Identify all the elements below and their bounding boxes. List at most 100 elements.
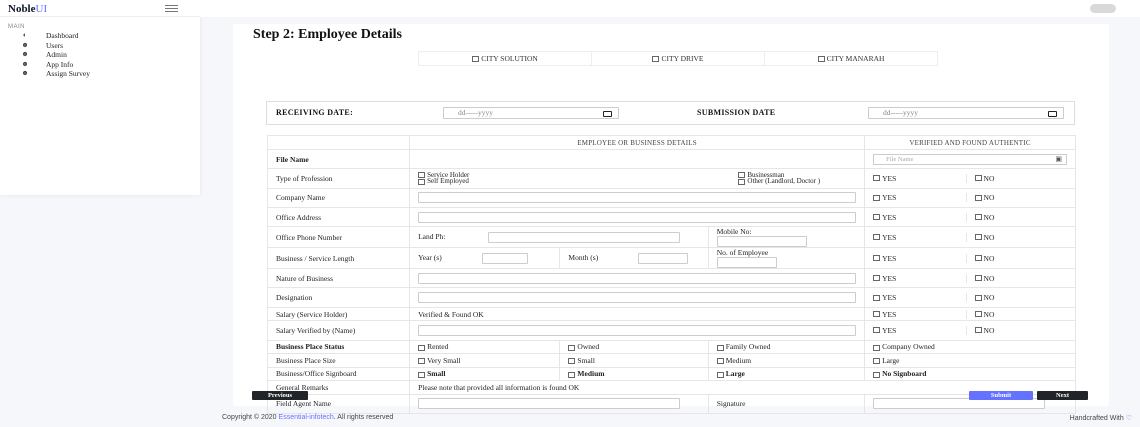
designation-label: Designation	[266, 287, 411, 308]
sidebar-item-dashboard[interactable]: ◐ Dashboard	[20, 31, 90, 41]
yes-checkbox[interactable]: YES	[873, 212, 967, 222]
no-of-employee-input[interactable]	[716, 257, 777, 269]
profession-label: Type of Profession	[266, 168, 411, 189]
checkbox-icon	[738, 178, 746, 185]
yes-checkbox[interactable]: YES	[873, 173, 967, 183]
yes-checkbox[interactable]: YES	[873, 273, 967, 283]
nature-of-business-input[interactable]	[418, 272, 857, 284]
year-input[interactable]	[482, 252, 529, 264]
checkbox-icon	[873, 255, 881, 262]
checkbox-icon	[974, 311, 982, 318]
file-icon: ▣	[1055, 154, 1062, 163]
month-label: Month (s)	[568, 252, 599, 262]
checkbox-icon	[873, 311, 881, 318]
no-of-employee-label: No. of Employee	[716, 248, 769, 258]
signature-label: Signature	[707, 393, 866, 414]
other-checkbox[interactable]: Other (Landlord, Doctor )	[738, 178, 820, 185]
salary-verified-input[interactable]	[418, 324, 857, 336]
salary-verified-label: Salary Verified by (Name)	[266, 320, 411, 341]
checkbox-icon	[418, 172, 426, 179]
app-info-icon: ☻	[21, 59, 29, 68]
submit-button[interactable]: Submit	[969, 391, 1033, 400]
hamburger-icon[interactable]	[165, 5, 178, 12]
yes-checkbox[interactable]: YES	[873, 232, 967, 242]
no-checkbox[interactable]: NO	[974, 213, 1067, 222]
calendar-icon[interactable]	[1048, 111, 1057, 117]
designation-input[interactable]	[418, 292, 857, 304]
company-name-input[interactable]	[418, 192, 857, 204]
land-ph-input[interactable]	[488, 231, 681, 243]
brand-logo[interactable]: NobleUI	[8, 3, 47, 15]
signboard-large-checkbox[interactable]: Large	[707, 366, 866, 382]
yes-checkbox[interactable]: YES	[873, 309, 967, 319]
yes-checkbox[interactable]: YES	[873, 293, 967, 303]
very-small-checkbox[interactable]: Very Small	[409, 353, 561, 368]
signboard-medium-checkbox[interactable]: Medium	[559, 366, 709, 382]
no-checkbox[interactable]: NO	[974, 254, 1067, 263]
next-button[interactable]: Next	[1037, 391, 1088, 400]
copyright-text: Copyright © 2020 Essential-infotech. All…	[222, 414, 394, 421]
details-table: EMPLOYEE OR BUSINESS DETAILS VERIFIED AN…	[266, 135, 1076, 414]
rented-checkbox[interactable]: Rented	[409, 339, 561, 355]
file-name-input[interactable]: File Name ▣	[873, 153, 1067, 165]
mobile-no-input[interactable]	[716, 236, 807, 248]
medium-checkbox[interactable]: Medium	[707, 353, 866, 368]
checkbox-icon	[974, 214, 982, 221]
signboard-small-checkbox[interactable]: Small	[409, 366, 561, 382]
sidebar-item-users[interactable]: ☻ Users	[20, 41, 90, 51]
previous-button[interactable]: Previous	[252, 391, 308, 400]
no-checkbox[interactable]: NO	[974, 326, 1067, 335]
users-icon: ☻	[21, 40, 29, 49]
yes-checkbox[interactable]: YES	[873, 193, 967, 203]
company-owned-checkbox[interactable]: Company Owned	[864, 339, 1076, 355]
sidebar-item-app-info[interactable]: ☻ App Info	[20, 60, 90, 70]
city-drive-checkbox[interactable]: CITY DRIVE	[592, 52, 765, 65]
checkbox-icon	[873, 358, 881, 365]
no-checkbox[interactable]: NO	[974, 274, 1067, 283]
mobile-no-label: Mobile No:	[716, 227, 752, 237]
large-checkbox[interactable]: Large	[864, 353, 1076, 368]
submission-date-input[interactable]: dd-----yyyy	[868, 107, 1064, 119]
no-checkbox[interactable]: NO	[974, 174, 1067, 183]
submission-date-label: SUBMISSION DATE	[697, 108, 776, 117]
checkbox-icon	[817, 55, 825, 62]
checkbox-icon	[873, 234, 881, 241]
no-signboard-checkbox[interactable]: No Signboard	[864, 366, 1076, 382]
company-link[interactable]: Essential-infotech	[279, 414, 334, 421]
receiving-date-input[interactable]: dd-----yyyy	[443, 107, 619, 119]
office-address-input[interactable]	[418, 211, 857, 223]
no-checkbox[interactable]: NO	[974, 193, 1067, 202]
sidebar-item-assign-survey[interactable]: ☻ Assign Survey	[20, 69, 90, 79]
family-owned-checkbox[interactable]: Family Owned	[707, 339, 866, 355]
yes-checkbox[interactable]: YES	[873, 325, 967, 335]
top-navbar	[200, 0, 1140, 17]
sidebar-item-admin[interactable]: ☻ Admin	[20, 50, 90, 60]
no-checkbox[interactable]: NO	[974, 233, 1067, 242]
checkbox-icon	[873, 327, 881, 334]
checkbox-icon	[568, 358, 576, 365]
dashboard-icon: ◐	[22, 31, 28, 39]
checkbox-icon	[716, 371, 724, 378]
avatar[interactable]	[1090, 4, 1116, 13]
calendar-icon[interactable]	[603, 111, 612, 117]
owned-checkbox[interactable]: Owned	[559, 339, 709, 355]
self-employed-checkbox[interactable]: Self Employed	[418, 178, 469, 185]
field-agent-input[interactable]	[418, 398, 681, 410]
yes-checkbox[interactable]: YES	[873, 253, 967, 263]
small-checkbox[interactable]: Small	[559, 353, 709, 368]
no-checkbox[interactable]: NO	[974, 293, 1067, 302]
checkbox-icon	[418, 358, 426, 365]
year-label: Year (s)	[418, 252, 442, 262]
office-phone-label: Office Phone Number	[266, 226, 411, 249]
office-address-label: Office Address	[266, 206, 411, 228]
page-title: Step 2: Employee Details	[253, 27, 402, 42]
city-selector: CITY SOLUTION CITY DRIVE CITY MANARAH	[418, 51, 938, 66]
divider	[0, 16, 200, 17]
heart-icon: ♡	[1125, 415, 1132, 422]
city-manarah-checkbox[interactable]: CITY MANARAH	[765, 52, 937, 65]
city-solution-checkbox[interactable]: CITY SOLUTION	[419, 52, 592, 65]
receiving-date-label: RECEIVING DATE:	[276, 108, 354, 117]
checkbox-icon	[974, 194, 982, 201]
no-checkbox[interactable]: NO	[974, 310, 1067, 319]
month-input[interactable]	[638, 252, 689, 264]
